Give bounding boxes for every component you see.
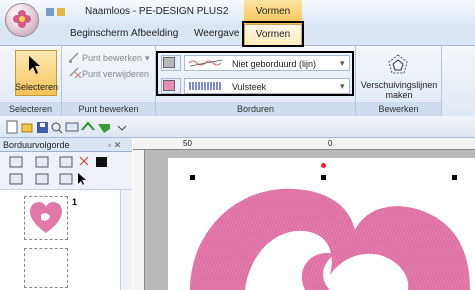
toolbar-icons (6, 120, 127, 134)
quick-access-icon[interactable] (44, 5, 74, 19)
vertical-ruler (133, 150, 145, 290)
panel-toolbar-icons[interactable] (8, 155, 118, 187)
borduren-highlight-frame (156, 51, 354, 96)
selection-handle-top-right[interactable] (452, 175, 457, 180)
edit-point-button[interactable]: Punt bewerken (82, 53, 142, 63)
rotation-handle[interactable] (321, 163, 326, 168)
tab-highlight-frame (242, 21, 304, 47)
panel-title: Borduurvolgorde (3, 140, 70, 150)
window-title: Naamloos - PE-DESIGN PLUS2 (85, 6, 229, 17)
group-label-selecteren: Selecteren (0, 102, 61, 116)
tab-weergave[interactable]: Weergave (194, 28, 239, 39)
delete-point-icon (69, 67, 82, 78)
context-tab-label: Vormen (255, 6, 291, 17)
sewing-order-empty-slot[interactable] (24, 248, 68, 288)
selection-handle-top-center[interactable] (321, 175, 326, 180)
sewing-order-number: 1 (72, 197, 78, 207)
heart-design-shape[interactable] (170, 170, 475, 290)
selection-handle-top-left[interactable] (190, 175, 195, 180)
group-label-borduren: Borduren (156, 102, 355, 116)
panel-pin-close-icon[interactable]: ▫ ✕ (108, 140, 121, 151)
offset-lines-icon[interactable] (385, 52, 411, 78)
ruler-mark-0: 0 (328, 139, 333, 148)
tab-afbeelding[interactable]: Afbeelding (131, 28, 178, 39)
delete-point-button[interactable]: Punt verwijderen (82, 69, 149, 79)
group-label-punt-bewerken: Punt bewerken (62, 102, 155, 116)
edit-point-icon (69, 52, 79, 63)
ruler-mark-50: 50 (183, 139, 192, 148)
flower-logo-icon (13, 10, 31, 28)
arrow-cursor-icon (29, 56, 40, 74)
panel-vertical-scrollbar[interactable] (120, 190, 132, 290)
offset-lines-label-2[interactable]: maken (360, 90, 438, 100)
group-label-bewerken: Bewerken (356, 102, 441, 116)
heart-thumbnail-icon (30, 202, 62, 233)
tab-beginscherm[interactable]: Beginscherm (70, 28, 128, 39)
select-button-label: Selecteren (15, 82, 59, 92)
edit-point-dropdown-icon[interactable]: ▾ (145, 53, 150, 64)
offset-lines-label-1[interactable]: Verschuivingslijnen (360, 80, 438, 90)
